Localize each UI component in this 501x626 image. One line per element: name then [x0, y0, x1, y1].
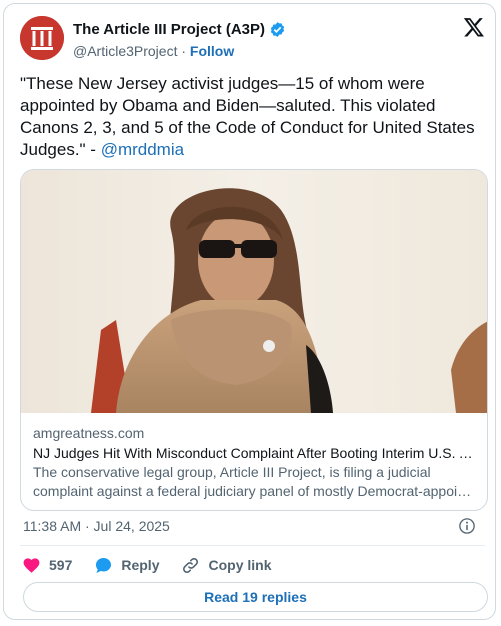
link-icon — [183, 557, 199, 573]
display-name-row: The Article III Project (A3P) — [73, 21, 286, 38]
preview-image — [21, 170, 487, 413]
tweet-embed-card: The Article III Project (A3P) @Article3P… — [3, 3, 496, 620]
link-description: The conservative legal group, Article II… — [33, 463, 475, 501]
mention-link[interactable]: @mrddmia — [101, 140, 184, 159]
link-title[interactable]: NJ Judges Hit With Misconduct Complaint … — [33, 443, 475, 463]
heart-icon — [23, 557, 40, 573]
separator-dot: · — [181, 43, 187, 59]
reply-label: Reply — [121, 557, 160, 573]
copy-link-label: Copy link — [208, 557, 272, 573]
avatar[interactable] — [20, 16, 64, 60]
x-logo-icon[interactable] — [463, 16, 485, 38]
preview-photo-illustration — [21, 170, 487, 413]
read-replies-button[interactable]: Read 19 replies — [23, 582, 488, 612]
link-domain: amgreatness.com — [33, 425, 145, 441]
avatar-logo-icon — [20, 16, 64, 60]
verified-badge-icon — [270, 22, 285, 37]
like-count: 597 — [49, 557, 73, 573]
handle-row: @Article3Project · Follow — [73, 43, 234, 59]
link-description-line-2: complaint against a federal judiciary pa… — [33, 483, 475, 499]
account-handle[interactable]: @Article3Project — [73, 43, 177, 59]
tweet-timestamp[interactable]: 11:38 AM · Jul 24, 2025 — [23, 518, 170, 534]
reply-bubble-icon — [96, 557, 112, 573]
divider — [20, 545, 485, 546]
info-icon[interactable] — [458, 517, 476, 535]
display-name[interactable]: The Article III Project (A3P) — [73, 21, 265, 38]
follow-link[interactable]: Follow — [190, 43, 234, 59]
link-preview-meta: amgreatness.com NJ Judges Hit With Misco… — [33, 423, 475, 501]
reply-button[interactable]: Reply — [94, 556, 159, 575]
tweet-body: "These New Jersey activist judges—15 of … — [20, 74, 475, 159]
tweet-header: The Article III Project (A3P) @Article3P… — [20, 16, 485, 62]
tweet-actions: 597 Reply Copy link — [22, 554, 294, 576]
copy-link-button[interactable]: Copy link — [181, 556, 272, 575]
like-button[interactable]: 597 — [22, 556, 72, 575]
tweet-text: "These New Jersey activist judges—15 of … — [20, 73, 485, 161]
link-description-line-1: The conservative legal group, Article II… — [33, 464, 431, 480]
link-preview-card[interactable]: amgreatness.com NJ Judges Hit With Misco… — [20, 169, 488, 511]
